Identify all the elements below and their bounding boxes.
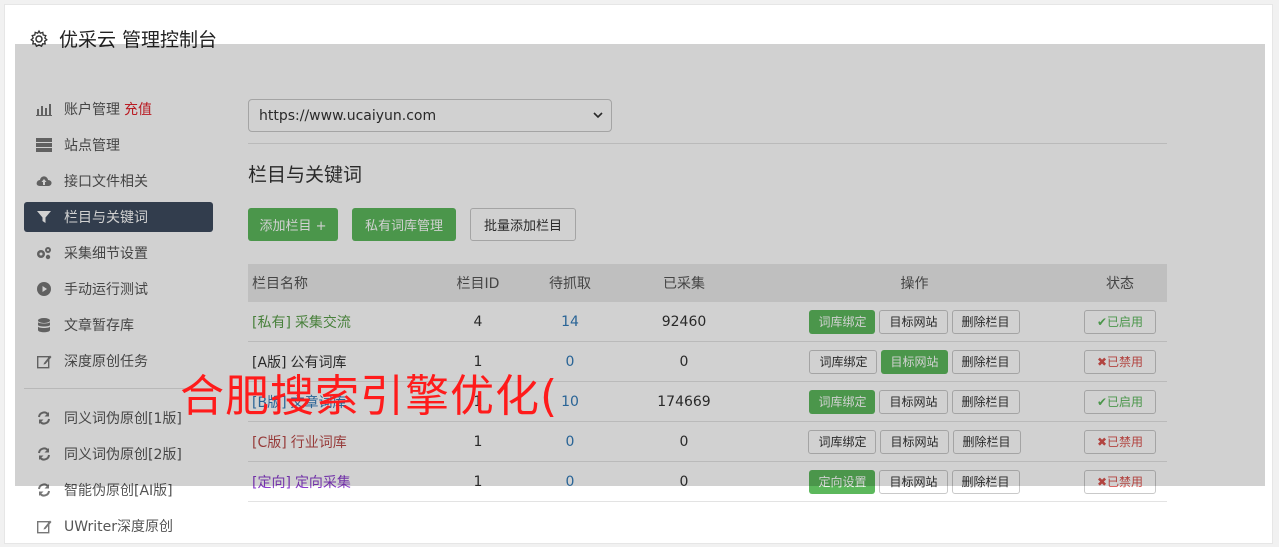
edit-icon xyxy=(36,518,52,534)
sidebar-item-label: UWriter深度原创 xyxy=(64,519,173,535)
sidebar-item-uwriter[interactable]: UWriter深度原创 xyxy=(24,511,213,541)
watermark-text: 合肥搜索引擎优化( xyxy=(180,371,559,422)
